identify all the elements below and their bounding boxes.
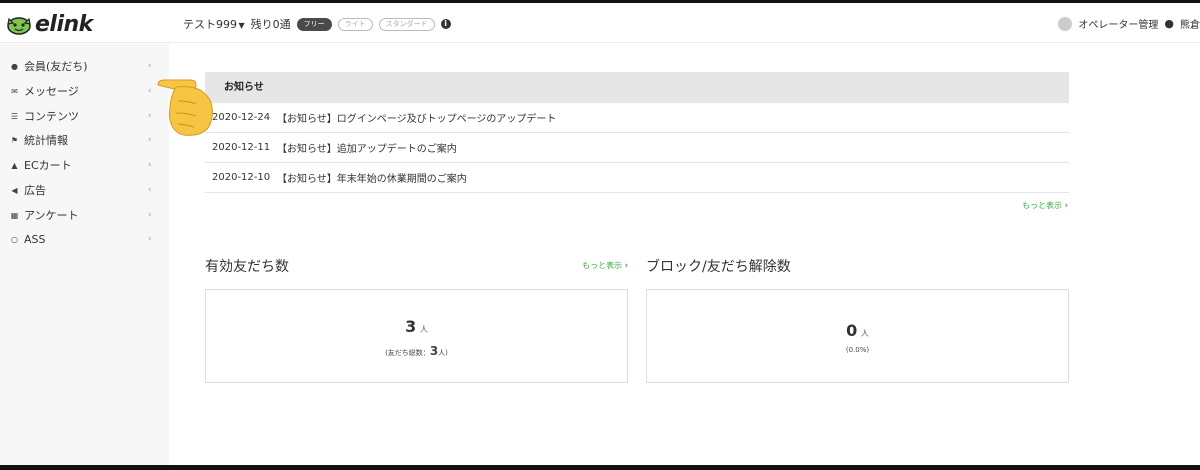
chevron-left-icon: ‹: [148, 61, 152, 71]
sidebar-item-label: コンテンツ: [24, 110, 79, 123]
active-friends-card: 3 人 (友だち総数：3人): [205, 289, 628, 383]
chevron-left-icon: ‹: [148, 160, 152, 170]
sidebar-item-label: アンケート: [24, 209, 79, 222]
notice-title: お知らせ: [224, 82, 264, 93]
sidebar-item-statistics[interactable]: ⚑ 統計情報 ‹: [0, 129, 169, 151]
sidebar-item-ec-cart[interactable]: ▲ ECカート ‹: [0, 154, 169, 176]
account-name: テスト999: [183, 18, 237, 31]
plan-badge-light: ライト: [337, 17, 373, 31]
notices-more-link[interactable]: もっと表示 ›: [1022, 200, 1068, 211]
sidebar: ● 会員(友だち) ‹ ✉ メッセージ ‹ ☰ コンテンツ ‹ ⚑ 統計情報 ‹…: [0, 44, 169, 465]
operator-management-link[interactable]: オペレーター管理: [1078, 16, 1158, 31]
user-icon: ●: [11, 61, 18, 71]
cart-icon: ▲: [11, 160, 18, 170]
plan-badge-free: フリー: [296, 17, 332, 31]
list-icon: ☰: [10, 111, 19, 121]
sidebar-item-ass[interactable]: ○ ASS ‹: [0, 228, 169, 250]
total-friends-label: (友だち総数：: [385, 349, 430, 357]
blocked-percent: (0.0%): [845, 346, 870, 354]
logo[interactable]: elink: [6, 11, 93, 37]
info-icon[interactable]: i: [440, 19, 451, 29]
account-selector[interactable]: テスト999 ▼: [183, 16, 245, 32]
remaining-count: 残り0通: [250, 18, 291, 31]
total-friends-value: 3: [429, 344, 439, 358]
chevron-left-icon: ‹: [148, 135, 152, 145]
notice-link[interactable]: 【お知らせ】ログインページ及びトップページのアップデート: [277, 110, 556, 125]
megaphone-icon: ◀: [11, 185, 18, 195]
sidebar-item-label: ASS: [24, 232, 46, 246]
header-right: オペレーター管理 ● 熊倉: [1058, 16, 1200, 31]
app-frame: elink テスト999 ▼ 残り0通 フリー ライト スタンダード i オペレ…: [0, 3, 1200, 465]
notice-header: お知らせ: [205, 72, 1069, 103]
sidebar-item-messages[interactable]: ✉ メッセージ ‹: [0, 80, 169, 102]
sidebar-item-members[interactable]: ● 会員(友だち) ‹: [0, 55, 169, 77]
pointing-hand-icon: [157, 79, 213, 136]
chevron-right-icon: ›: [624, 261, 629, 271]
notice-date: 2020-12-11: [212, 142, 271, 153]
keyboard-icon: ▦: [10, 210, 19, 220]
elink-mascot-icon: [7, 17, 31, 35]
sidebar-item-label: 広告: [24, 184, 46, 197]
logo-text: elink: [35, 11, 93, 37]
user-name[interactable]: 熊倉: [1180, 16, 1200, 31]
caret-down-icon: ▼: [238, 21, 245, 30]
chevron-left-icon: ‹: [148, 185, 152, 195]
sidebar-item-label: 統計情報: [24, 134, 68, 147]
notice-row[interactable]: 2020-12-24 【お知らせ】ログインページ及びトップページのアップデート: [205, 103, 1069, 133]
sidebar-item-label: メッセージ: [24, 85, 79, 98]
notice-link[interactable]: 【お知らせ】年末年始の休業期間のご案内: [277, 170, 467, 185]
sidebar-item-ads[interactable]: ◀ 広告 ‹: [0, 179, 169, 201]
chevron-right-icon: ›: [1064, 201, 1069, 211]
sidebar-item-label: ECカート: [24, 159, 72, 172]
user-icon: ●: [1164, 17, 1174, 30]
notice-link[interactable]: 【お知らせ】追加アップデートのご案内: [277, 140, 457, 155]
notice-date: 2020-12-10: [212, 172, 271, 183]
count-unit: 人: [860, 329, 869, 338]
sidebar-item-label: 会員(友だち): [24, 60, 88, 73]
operator-avatar-icon: [1058, 16, 1073, 31]
chevron-left-icon: ‹: [148, 111, 152, 121]
chevron-left-icon: ‹: [148, 234, 152, 244]
headset-icon: ○: [11, 234, 18, 244]
chevron-left-icon: ‹: [148, 210, 152, 220]
active-friends-count: 3: [405, 317, 417, 336]
account-bar: テスト999 ▼ 残り0通 フリー ライト スタンダード i: [183, 16, 451, 32]
more-link-label: もっと表示: [582, 261, 622, 270]
flag-icon: ⚑: [10, 135, 19, 145]
sidebar-item-survey[interactable]: ▦ アンケート ‹: [0, 204, 169, 226]
blocked-count: 0: [846, 321, 858, 340]
blocked-card: 0 人 (0.0%): [646, 289, 1069, 383]
count-unit: 人: [419, 325, 428, 334]
sidebar-item-contents[interactable]: ☰ コンテンツ ‹: [0, 105, 169, 127]
active-friends-title: 有効友だち数: [205, 259, 289, 275]
blocked-title: ブロック/友だち解除数: [646, 259, 791, 275]
plan-badge-standard: スタンダード: [378, 17, 435, 31]
chevron-left-icon: ‹: [148, 86, 152, 96]
more-link-label: もっと表示: [1022, 201, 1062, 210]
total-friends-suffix: 人): [438, 349, 448, 357]
top-header: elink テスト999 ▼ 残り0通 フリー ライト スタンダード i オペレ…: [0, 3, 1200, 43]
envelope-icon: ✉: [11, 86, 18, 96]
notice-row[interactable]: 2020-12-10 【お知らせ】年末年始の休業期間のご案内: [205, 163, 1069, 193]
notice-row[interactable]: 2020-12-11 【お知らせ】追加アップデートのご案内: [205, 133, 1069, 163]
active-friends-more-link[interactable]: もっと表示 ›: [582, 260, 628, 271]
